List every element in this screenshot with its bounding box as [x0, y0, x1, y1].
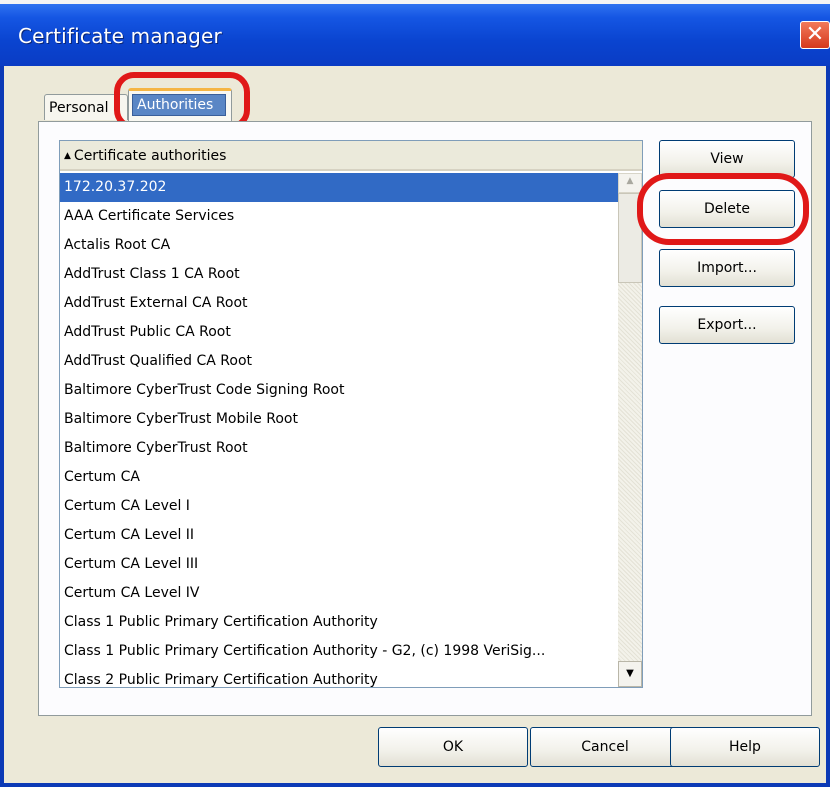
- list-item[interactable]: 172.20.37.202: [60, 173, 618, 202]
- list-item[interactable]: Certum CA: [60, 463, 618, 492]
- list-item[interactable]: Actalis Root CA: [60, 231, 618, 260]
- scroll-up-button[interactable]: ▲: [618, 173, 642, 193]
- window-title: Certificate manager: [18, 24, 222, 48]
- list-rows: 172.20.37.202 AAA Certificate Services Act…: [60, 173, 618, 687]
- list-item[interactable]: Certum CA Level III: [60, 550, 618, 579]
- scroll-down-icon: ▼: [626, 668, 634, 679]
- sort-ascending-icon: ▲: [64, 151, 71, 161]
- tab-panel: ▲ Certificate authorities 172.20.37.202 AA…: [38, 121, 812, 716]
- column-header-certificate-authorities[interactable]: ▲ Certificate authorities: [60, 141, 642, 171]
- scroll-down-button[interactable]: ▼: [618, 661, 642, 687]
- help-button-label: Help: [729, 739, 761, 755]
- list-item[interactable]: Baltimore CyberTrust Mobile Root: [60, 405, 618, 434]
- view-button-label: View: [710, 151, 744, 167]
- list-item[interactable]: Certum CA Level I: [60, 492, 618, 521]
- list-item[interactable]: AddTrust Qualified CA Root: [60, 347, 618, 376]
- export-button-label: Export...: [697, 317, 757, 333]
- help-button[interactable]: Help: [670, 727, 820, 767]
- scroll-up-icon: ▲: [626, 176, 634, 186]
- list-item[interactable]: Class 2 Public Primary Certification Aut…: [60, 666, 618, 687]
- list-item[interactable]: AddTrust Class 1 CA Root: [60, 260, 618, 289]
- list-item[interactable]: Class 1 Public Primary Certification Aut…: [60, 637, 618, 666]
- tab-personal-label: Personal: [49, 100, 109, 116]
- list-item[interactable]: AddTrust Public CA Root: [60, 318, 618, 347]
- list-item[interactable]: Certum CA Level IV: [60, 579, 618, 608]
- ok-button[interactable]: OK: [378, 727, 528, 767]
- close-button[interactable]: ✕: [800, 21, 830, 49]
- import-button[interactable]: Import...: [659, 249, 795, 287]
- ok-button-label: OK: [442, 739, 464, 755]
- list-item[interactable]: Certum CA Level II: [60, 521, 618, 550]
- list-item[interactable]: Class 1 Public Primary Certification Aut…: [60, 608, 618, 637]
- import-button-label: Import...: [697, 260, 757, 276]
- list-item[interactable]: AddTrust External CA Root: [60, 289, 618, 318]
- certificate-authorities-list[interactable]: ▲ Certificate authorities 172.20.37.202 AA…: [59, 140, 643, 688]
- list-item[interactable]: Baltimore CyberTrust Code Signing Root: [60, 376, 618, 405]
- cancel-button[interactable]: Cancel: [530, 727, 680, 767]
- highlight-circle-delete: [637, 173, 809, 245]
- cancel-button-label: Cancel: [581, 739, 629, 755]
- list-item[interactable]: AAA Certificate Services: [60, 202, 618, 231]
- title-bar: Certificate manager ✕: [0, 4, 830, 66]
- list-item[interactable]: Baltimore CyberTrust Root: [60, 434, 618, 463]
- vertical-scrollbar[interactable]: ▲ ▼: [618, 173, 642, 687]
- certificate-manager-dialog: Certificate manager ✕ Personal Authoriti…: [0, 4, 830, 787]
- column-header-label: Certificate authorities: [73, 148, 227, 164]
- export-button[interactable]: Export...: [659, 306, 795, 344]
- close-icon: ✕: [805, 22, 825, 47]
- dialog-client-area: Personal Authorities ▲ Certificate author…: [4, 66, 826, 783]
